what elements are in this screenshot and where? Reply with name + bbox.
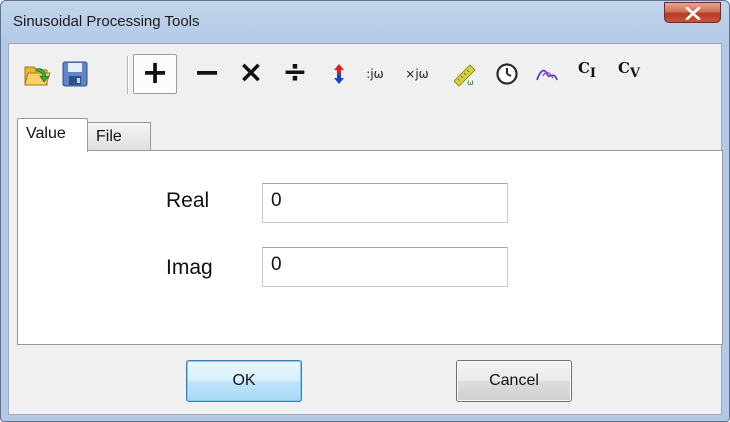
multiply-jw-icon: ×jω	[405, 67, 429, 81]
toolbar: + − × ÷ :jω ×jω ω CI CV	[9, 44, 721, 112]
dialog-client: + − × ÷ :jω ×jω ω CI CV Value File Real …	[8, 43, 723, 415]
cv-icon: CV	[618, 59, 640, 81]
close-button[interactable]	[664, 2, 721, 23]
imag-input[interactable]: 0	[262, 247, 508, 287]
ci-icon: CI	[578, 59, 596, 81]
close-icon	[685, 7, 701, 20]
clock-button[interactable]	[491, 54, 523, 94]
swap-button[interactable]	[323, 54, 355, 94]
ruler-omega-icon: ω	[453, 64, 476, 87]
arc-icon	[536, 69, 558, 81]
add-button[interactable]: +	[133, 53, 177, 94]
cv-sub: V	[629, 66, 641, 81]
open-folder-icon	[24, 66, 51, 86]
divide-jw-icon: :jω	[366, 67, 384, 81]
multiply-icon: ×	[238, 54, 264, 90]
toolbar-separator	[127, 56, 129, 94]
multiply-jw-button[interactable]: ×jω	[401, 54, 433, 94]
ci-sub: I	[589, 66, 597, 81]
save-disk-icon	[62, 61, 88, 87]
save-button[interactable]	[59, 54, 91, 94]
divide-jw-button[interactable]: :jω	[359, 54, 391, 94]
dialog-window: Sinusoidal Processing Tools + − × ÷:jω …	[0, 0, 730, 422]
window-title: Sinusoidal Processing Tools	[13, 13, 200, 30]
ok-button[interactable]: OK	[186, 360, 302, 402]
real-input[interactable]: 0	[262, 183, 508, 223]
ci-button[interactable]: CI	[571, 54, 603, 94]
cv-main: C	[617, 59, 630, 77]
imag-label: Imag	[166, 256, 213, 279]
tab-value[interactable]: Value	[17, 118, 88, 152]
cv-button[interactable]: CV	[613, 54, 645, 94]
clock-icon	[496, 63, 518, 85]
minus-icon: −	[193, 53, 221, 91]
multiply-button[interactable]: ×	[235, 54, 267, 94]
title-bar[interactable]: Sinusoidal Processing Tools	[1, 1, 729, 43]
ruler-button[interactable]: ω	[449, 54, 481, 94]
subtract-button[interactable]: −	[191, 53, 223, 94]
ci-main: C	[577, 59, 590, 77]
value-panel: Real 0 Imag 0	[17, 150, 723, 345]
real-label: Real	[166, 189, 210, 212]
svg-text:ω: ω	[467, 78, 474, 87]
swap-arrows-icon	[334, 64, 344, 84]
plus-icon: +	[141, 53, 169, 91]
arc-button[interactable]	[531, 54, 563, 94]
tab-file[interactable]: File	[87, 122, 151, 152]
cancel-button[interactable]: Cancel	[456, 360, 572, 402]
open-button[interactable]	[21, 54, 53, 94]
divide-icon: ÷	[282, 54, 308, 90]
divide-button[interactable]: ÷	[279, 54, 311, 94]
